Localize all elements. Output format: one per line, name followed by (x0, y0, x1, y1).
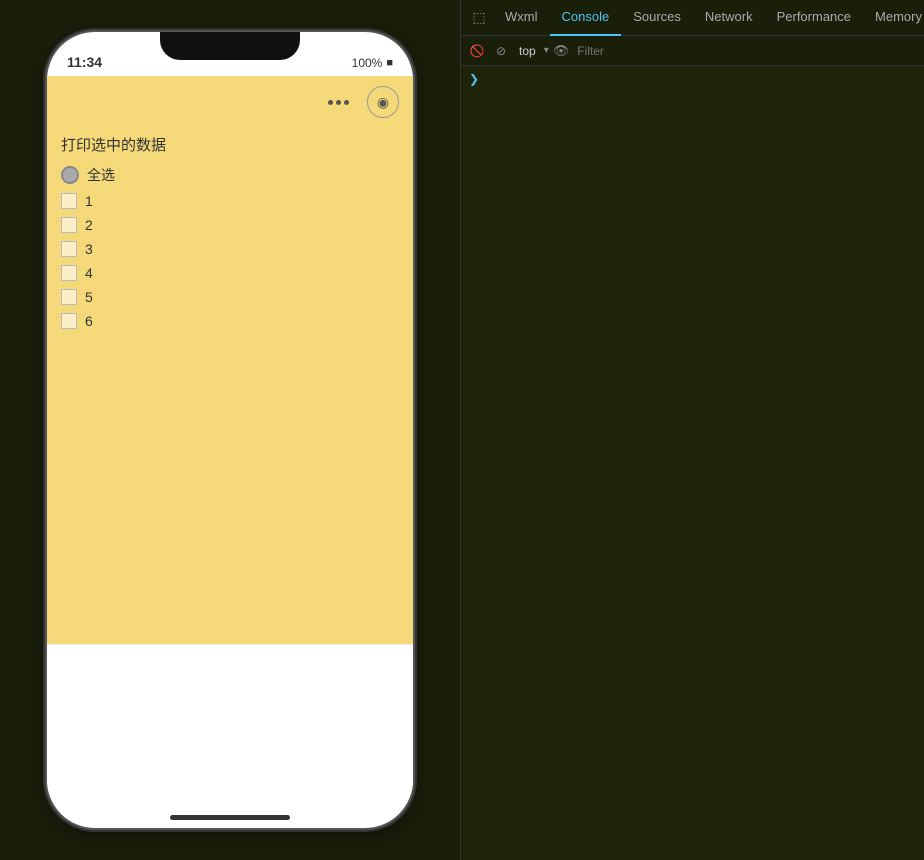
item-label-4: 4 (85, 265, 93, 281)
eye-icon[interactable]: 👁 (553, 43, 570, 59)
tab-wxml[interactable]: Wxml (493, 0, 550, 36)
console-toolbar: 🚫 ⊘ top ▾ 👁 (461, 36, 924, 66)
devtools-panel: ⬚ Wxml Console Sources Network Performan… (460, 0, 924, 860)
tab-console[interactable]: Console (550, 0, 622, 36)
list-item[interactable]: 1 (61, 191, 399, 211)
select-all-label: 全选 (87, 165, 115, 185)
devtools-cursor-icon[interactable]: ⬚ (465, 0, 493, 36)
dot-2 (336, 100, 341, 105)
dot-3 (344, 100, 349, 105)
toolbar-dots[interactable] (320, 86, 357, 118)
status-time: 11:34 (67, 54, 102, 70)
phone-toolbar: ◉ (47, 76, 413, 124)
tab-network[interactable]: Network (693, 0, 765, 36)
phone-bottom-area (47, 644, 413, 794)
tab-memory[interactable]: Memory (863, 0, 924, 36)
console-output: ❯ (461, 66, 924, 860)
console-arrow[interactable]: ❯ (469, 72, 479, 86)
list-item[interactable]: 4 (61, 263, 399, 283)
item-label-6: 6 (85, 313, 93, 329)
dot-1 (328, 100, 333, 105)
checkbox-1[interactable] (61, 193, 77, 209)
phone-simulator-panel: 11:34 100% ■ ◉ 打印选中的数据 (0, 0, 460, 860)
list-item[interactable]: 5 (61, 287, 399, 307)
page-title: 打印选中的数据 (61, 134, 399, 155)
checkbox-4[interactable] (61, 265, 77, 281)
tab-performance[interactable]: Performance (765, 0, 863, 36)
tab-sources[interactable]: Sources (621, 0, 693, 36)
list-item[interactable]: 6 (61, 311, 399, 331)
phone-frame: 11:34 100% ■ ◉ 打印选中的数据 (45, 30, 415, 830)
checkbox-5[interactable] (61, 289, 77, 305)
status-right: 100% ■ (352, 56, 393, 70)
target-button[interactable]: ◉ (367, 86, 399, 118)
item-label-1: 1 (85, 193, 93, 209)
home-indicator (170, 815, 290, 820)
context-selector[interactable]: top (515, 44, 540, 58)
select-all-radio[interactable] (61, 166, 79, 184)
phone-content-area: ◉ 打印选中的数据 全选 1 2 (47, 76, 413, 794)
list-item[interactable]: 2 (61, 215, 399, 235)
list-item[interactable]: 3 (61, 239, 399, 259)
app-content: 打印选中的数据 全选 1 2 3 (47, 124, 413, 345)
clear-console-icon[interactable]: 🚫 (467, 41, 487, 61)
item-label-3: 3 (85, 241, 93, 257)
battery-percent: 100% (352, 56, 383, 70)
checkbox-6[interactable] (61, 313, 77, 329)
filter-icon[interactable]: ⊘ (491, 41, 511, 61)
item-label-2: 2 (85, 217, 93, 233)
target-icon: ◉ (377, 94, 389, 111)
chevron-down-icon: ▾ (544, 45, 549, 56)
devtools-tabbar: ⬚ Wxml Console Sources Network Performan… (461, 0, 924, 36)
battery-icon: ■ (386, 57, 393, 69)
item-label-5: 5 (85, 289, 93, 305)
checkbox-2[interactable] (61, 217, 77, 233)
checkbox-3[interactable] (61, 241, 77, 257)
console-filter-input[interactable] (573, 44, 924, 58)
phone-notch (160, 32, 300, 60)
select-all-row[interactable]: 全选 (61, 165, 399, 185)
